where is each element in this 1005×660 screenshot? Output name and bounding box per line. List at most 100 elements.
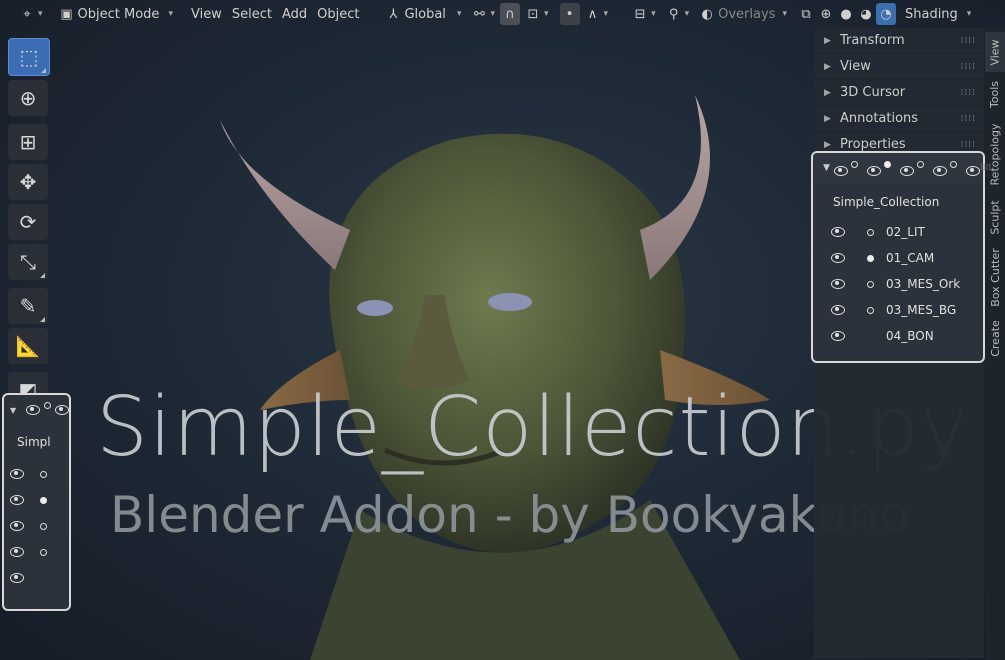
eye-icon[interactable]	[10, 547, 24, 557]
chevron-down-icon: ▾	[168, 9, 173, 19]
move-tool[interactable]: ⊞	[8, 124, 48, 160]
pivot-dropdown[interactable]: ⚯ ▾	[466, 3, 500, 25]
grip-icon[interactable]: ⁞⁞⁞⁞	[961, 88, 976, 98]
shading-dropdown[interactable]: Shading ▾	[900, 3, 976, 25]
proportional-edit-toggle[interactable]: •	[559, 3, 580, 25]
collection-row[interactable]	[4, 565, 69, 591]
collection-name: 03_MES_BG	[886, 303, 957, 317]
collection-title: Simpl	[17, 435, 51, 449]
eye-icon[interactable]	[899, 165, 914, 176]
collection-row[interactable]: 02_LIT	[813, 219, 983, 245]
eye-icon[interactable]	[833, 165, 848, 176]
xray-toggle[interactable]: ⧉	[796, 3, 816, 25]
overlays-label: Overlays	[718, 6, 776, 22]
select-box-tool[interactable]: ⬚	[8, 38, 50, 76]
collection-row[interactable]	[4, 461, 69, 487]
shading-rendered-button[interactable]: ◔	[875, 3, 896, 25]
collection-row[interactable]: 03_MES_Ork	[813, 271, 983, 297]
panel-annotations[interactable]: ▶ Annotations ⁞⁞⁞⁞	[814, 106, 984, 132]
dot-icon[interactable]	[883, 160, 891, 168]
panel-label: Transform	[840, 33, 905, 48]
dot-icon[interactable]	[40, 470, 47, 478]
view-object-types-dropdown[interactable]: ⊟ ▾	[627, 3, 661, 25]
collection-row[interactable]	[4, 487, 69, 513]
dot-icon[interactable]	[867, 306, 874, 314]
dot-icon[interactable]	[867, 254, 874, 262]
eye-icon[interactable]	[831, 253, 845, 263]
panel-transform[interactable]: ▶ Transform ⁞⁞⁞⁞	[814, 28, 984, 54]
gizmo-dropdown[interactable]: ⚲ ▾	[661, 3, 695, 25]
measure-tool[interactable]: 📐	[8, 328, 48, 364]
dot-icon[interactable]	[867, 280, 874, 288]
collection-row[interactable]: 03_MES_BG	[813, 297, 983, 323]
menu-add[interactable]: Add	[277, 3, 312, 25]
shading-material-button[interactable]: ◕	[856, 3, 876, 25]
eye-icon[interactable]	[866, 165, 881, 176]
3d-viewport[interactable]: ⌖ ▾ ▣ Object Mode ▾ View Select Add Objec…	[0, 0, 1005, 660]
eye-icon[interactable]	[10, 573, 24, 583]
collection-row[interactable]	[4, 513, 69, 539]
shading-wireframe-button[interactable]: ⊕	[816, 3, 836, 25]
annotate-tool[interactable]: ✎	[8, 288, 48, 324]
panel-label: Properties	[840, 137, 906, 152]
tab-view[interactable]: View	[985, 32, 1005, 72]
dot-icon[interactable]	[867, 228, 874, 236]
eye-icon[interactable]	[965, 165, 980, 176]
eye-icon[interactable]	[831, 305, 845, 315]
rotate-tool[interactable]: ⟳	[8, 204, 48, 240]
grip-icon[interactable]: ⁞⁞⁞⁞	[961, 114, 976, 124]
dot-icon[interactable]	[40, 522, 47, 530]
grip-icon[interactable]: ⁞⁞⁞⁞	[961, 62, 976, 72]
menu-object[interactable]: Object	[312, 3, 364, 25]
chevron-down-icon: ▾	[966, 9, 972, 19]
dot-icon[interactable]	[850, 160, 858, 168]
dot-icon[interactable]	[949, 160, 957, 168]
eye-icon[interactable]	[831, 279, 845, 289]
orientation-dropdown[interactable]: ⅄ Global ▾	[380, 3, 466, 25]
tab-create[interactable]: Create	[985, 314, 1005, 362]
eye-icon[interactable]	[10, 495, 24, 505]
eye-icon[interactable]	[10, 469, 24, 479]
dot-icon[interactable]	[40, 496, 47, 504]
dot-icon[interactable]	[916, 160, 924, 168]
collection-row[interactable]: 01_CAM	[813, 245, 983, 271]
eye-icon[interactable]	[10, 521, 24, 531]
simple-collection-panel-narrow: ▼ Simpl	[2, 393, 71, 611]
eye-icon[interactable]	[831, 227, 845, 237]
editor-type-button[interactable]: ⌖ ▾	[14, 3, 48, 25]
tab-tools[interactable]: Tools	[985, 74, 1005, 114]
snap-target-dropdown[interactable]: ⊡ ▾	[520, 3, 554, 25]
panel-header[interactable]: ▼	[4, 395, 69, 425]
snap-toggle[interactable]: ∩	[500, 3, 520, 25]
collection-row[interactable]: 04_BON	[813, 323, 983, 349]
panel-view[interactable]: ▶ View ⁞⁞⁞⁞	[814, 54, 984, 80]
axes-icon: ⌖	[23, 6, 31, 22]
grip-icon[interactable]: ⁞⁞⁞⁞	[961, 36, 976, 46]
eye-icon[interactable]	[26, 405, 41, 415]
tab-retopology[interactable]: Retopology	[985, 118, 1005, 190]
grip-icon[interactable]: ⁞⁞⁞⁞	[961, 140, 976, 150]
eye-icon[interactable]	[55, 405, 69, 415]
tab-box-cutter[interactable]: Box Cutter	[985, 244, 1005, 310]
eye-icon[interactable]	[831, 331, 845, 341]
tab-sculpt[interactable]: Sculpt	[985, 194, 1005, 240]
overlays-toggle[interactable]: ◐ Overlays ▾	[694, 3, 792, 25]
scale-tool[interactable]: ⤡	[8, 244, 48, 280]
menu-select[interactable]: Select	[227, 3, 277, 25]
dot-icon[interactable]	[44, 401, 52, 409]
panel-header[interactable]: ▼ ⁞⁞⁞⁞	[813, 153, 991, 183]
menu-view[interactable]: View	[186, 3, 227, 25]
collection-row[interactable]	[4, 539, 69, 565]
mode-dropdown[interactable]: ▣ Object Mode ▾	[54, 3, 178, 25]
eye-icon[interactable]	[932, 165, 947, 176]
panel-3d-cursor[interactable]: ▶ 3D Cursor ⁞⁞⁞⁞	[814, 80, 984, 106]
cursor-tool[interactable]: ⊕	[8, 80, 48, 116]
falloff-dropdown[interactable]: ∧ ▾	[580, 3, 614, 25]
grip-icon[interactable]: ⁞⁞⁞⁞	[980, 163, 991, 173]
dot-icon[interactable]	[40, 548, 47, 556]
tab-label: Create	[988, 319, 1002, 357]
viewport-header: ⌖ ▾ ▣ Object Mode ▾ View Select Add Objec…	[0, 0, 1005, 28]
transform-tool[interactable]: ✥	[8, 164, 48, 200]
shading-solid-button[interactable]: ●	[836, 3, 856, 25]
panel-label: View	[840, 59, 871, 74]
